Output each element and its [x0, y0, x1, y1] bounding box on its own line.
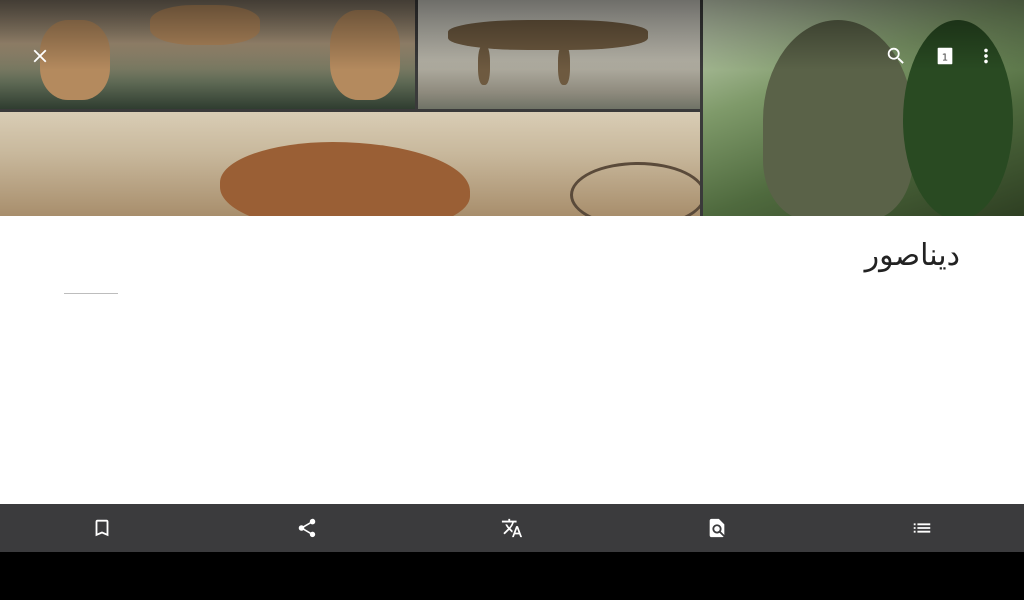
close-button[interactable]	[20, 36, 60, 76]
tabs-icon: 1	[937, 47, 953, 65]
search-icon	[887, 47, 904, 64]
table-of-contents-button[interactable]	[819, 504, 1024, 552]
article-title: دیناصور	[864, 238, 960, 273]
bookmark-icon	[95, 519, 109, 537]
share-icon	[298, 518, 316, 538]
tabs-button[interactable]: 1	[925, 36, 965, 76]
more-options-button[interactable]	[966, 36, 1006, 76]
close-icon	[33, 49, 47, 63]
table-of-contents-icon	[913, 523, 930, 533]
search-button[interactable]	[876, 36, 916, 76]
system-nav-area	[0, 552, 1024, 600]
bottom-toolbar	[0, 504, 1024, 552]
translate-button[interactable]	[410, 504, 615, 552]
bookmark-button[interactable]	[0, 504, 205, 552]
title-divider	[64, 293, 118, 294]
translate-icon	[501, 518, 523, 538]
more-vert-icon	[984, 48, 988, 64]
lead-images[interactable]	[0, 0, 1024, 216]
article-body: دیناصور	[0, 216, 1024, 504]
share-button[interactable]	[205, 504, 410, 552]
hero-image-skull[interactable]	[0, 112, 700, 216]
find-in-page-button[interactable]	[614, 504, 819, 552]
tabs-count: 1	[942, 53, 948, 64]
find-in-page-icon	[709, 518, 725, 538]
